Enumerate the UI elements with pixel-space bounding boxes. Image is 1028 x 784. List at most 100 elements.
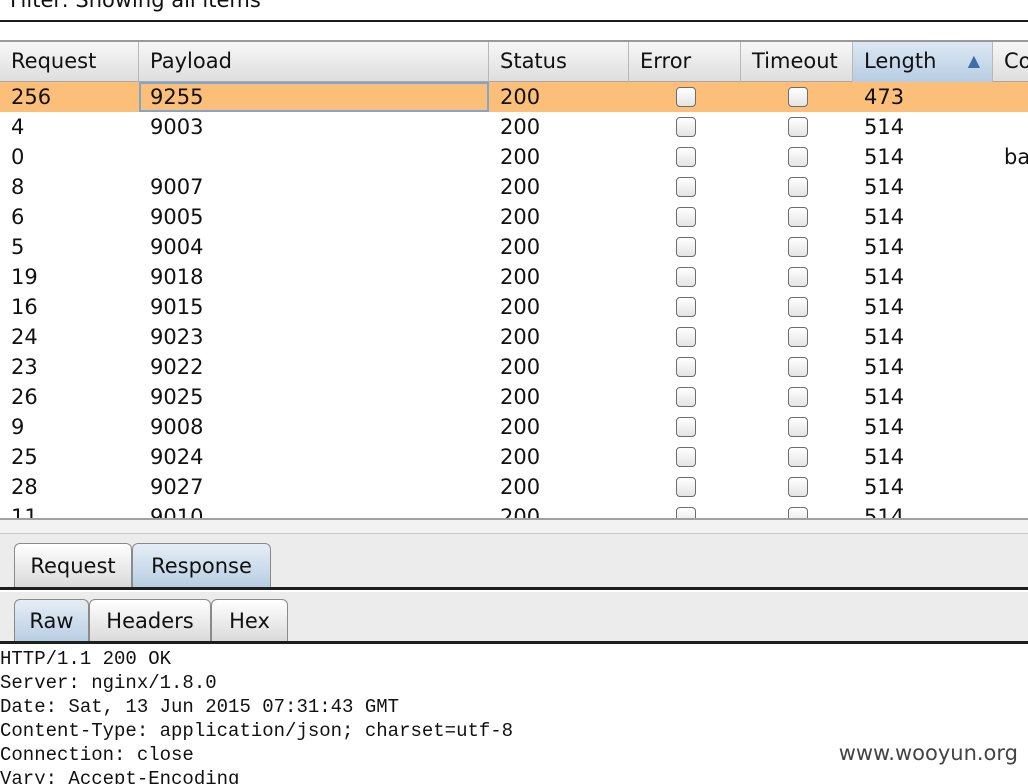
cell-status: 200	[500, 505, 541, 518]
table-row[interactable]: 19 9018 200 514	[0, 262, 1028, 292]
cell-length: 514	[864, 295, 905, 319]
sort-ascending-icon: ▲	[967, 51, 980, 70]
column-header-error[interactable]: Error	[629, 42, 741, 82]
error-checkbox[interactable]	[676, 267, 696, 287]
table-row[interactable]: 24 9023 200 514	[0, 322, 1028, 352]
cell-length: 514	[864, 325, 905, 349]
error-checkbox[interactable]	[676, 207, 696, 227]
cell-request: 6	[11, 205, 25, 229]
timeout-checkbox[interactable]	[788, 507, 808, 518]
cell-error	[629, 262, 741, 292]
column-header-comment[interactable]: Co	[993, 42, 1028, 82]
timeout-checkbox[interactable]	[788, 177, 808, 197]
timeout-checkbox[interactable]	[788, 357, 808, 377]
column-header-request[interactable]: Request	[0, 42, 139, 82]
table-row[interactable]: 6 9005 200 514	[0, 202, 1028, 232]
cell-status: 200	[500, 85, 541, 109]
response-line: HTTP/1.1 200 OK	[0, 648, 172, 670]
table-row[interactable]: 9 9008 200 514	[0, 412, 1028, 442]
cell-payload: 9024	[150, 445, 204, 469]
tab-hex[interactable]: Hex	[211, 599, 288, 641]
cell-payload: 9018	[150, 265, 204, 289]
cell-request: 8	[11, 175, 25, 199]
timeout-checkbox[interactable]	[788, 387, 808, 407]
cell-comment	[993, 82, 1028, 112]
split-pane-divider[interactable]	[0, 518, 1028, 534]
tab-raw[interactable]: Raw	[14, 599, 89, 641]
table-row[interactable]: 23 9022 200 514	[0, 352, 1028, 382]
timeout-checkbox[interactable]	[788, 447, 808, 467]
filter-bar[interactable]: Filter: Showing all items	[0, 0, 1028, 22]
error-checkbox[interactable]	[676, 507, 696, 518]
cell-error	[629, 82, 741, 112]
cell-error	[629, 172, 741, 202]
error-checkbox[interactable]	[676, 147, 696, 167]
table-row[interactable]: 16 9015 200 514	[0, 292, 1028, 322]
column-header-length-label: Length	[864, 49, 937, 73]
table-row[interactable]: 0 200 514 ba	[0, 142, 1028, 172]
timeout-checkbox[interactable]	[788, 207, 808, 227]
cell-timeout	[741, 292, 853, 322]
error-checkbox[interactable]	[676, 357, 696, 377]
cell-timeout	[741, 472, 853, 502]
error-checkbox[interactable]	[676, 477, 696, 497]
cell-timeout	[741, 112, 853, 142]
error-checkbox[interactable]	[676, 237, 696, 257]
error-checkbox[interactable]	[676, 297, 696, 317]
tab-request[interactable]: Request	[14, 543, 132, 587]
error-checkbox[interactable]	[676, 447, 696, 467]
tab-headers[interactable]: Headers	[89, 599, 211, 641]
error-checkbox[interactable]	[676, 177, 696, 197]
cell-status: 200	[500, 265, 541, 289]
error-checkbox[interactable]	[676, 87, 696, 107]
timeout-checkbox[interactable]	[788, 237, 808, 257]
cell-payload: 9004	[150, 235, 204, 259]
timeout-checkbox[interactable]	[788, 327, 808, 347]
timeout-checkbox[interactable]	[788, 87, 808, 107]
table-row[interactable]: 256 9255 200 473	[0, 82, 1028, 112]
table-row[interactable]: 28 9027 200 514	[0, 472, 1028, 502]
cell-length: 514	[864, 205, 905, 229]
cell-timeout	[741, 322, 853, 352]
cell-request: 0	[11, 145, 25, 169]
cell-status: 200	[500, 145, 541, 169]
table-body: 256 9255 200 473 4 9003 200 514 0 200 514 ba 8 9007 20…	[0, 82, 1028, 518]
cell-payload: 9003	[150, 115, 204, 139]
error-checkbox[interactable]	[676, 117, 696, 137]
column-header-status[interactable]: Status	[489, 42, 629, 82]
response-line: Date: Sat, 13 Jun 2015 07:31:43 GMT	[0, 696, 400, 718]
cell-length: 514	[864, 355, 905, 379]
cell-status: 200	[500, 325, 541, 349]
cell-error	[629, 382, 741, 412]
table-row[interactable]: 25 9024 200 514	[0, 442, 1028, 472]
cell-timeout	[741, 352, 853, 382]
column-header-timeout[interactable]: Timeout	[741, 42, 853, 82]
cell-length: 514	[864, 265, 905, 289]
cell-error	[629, 352, 741, 382]
timeout-checkbox[interactable]	[788, 477, 808, 497]
tab-response[interactable]: Response	[132, 543, 271, 587]
cell-comment	[993, 292, 1028, 322]
response-line: Server: nginx/1.8.0	[0, 672, 217, 694]
cell-timeout	[741, 202, 853, 232]
table-row[interactable]: 11 9010 200 514	[0, 502, 1028, 518]
timeout-checkbox[interactable]	[788, 297, 808, 317]
error-checkbox[interactable]	[676, 327, 696, 347]
timeout-checkbox[interactable]	[788, 417, 808, 437]
timeout-checkbox[interactable]	[788, 147, 808, 167]
cell-status: 200	[500, 235, 541, 259]
cell-payload: 9027	[150, 475, 204, 499]
cell-length: 514	[864, 175, 905, 199]
table-row[interactable]: 5 9004 200 514	[0, 232, 1028, 262]
cell-status: 200	[500, 115, 541, 139]
column-header-length[interactable]: Length ▲	[853, 42, 993, 82]
column-header-payload[interactable]: Payload	[139, 42, 489, 82]
timeout-checkbox[interactable]	[788, 267, 808, 287]
error-checkbox[interactable]	[676, 387, 696, 407]
timeout-checkbox[interactable]	[788, 117, 808, 137]
cell-error	[629, 142, 741, 172]
table-row[interactable]: 8 9007 200 514	[0, 172, 1028, 202]
table-row[interactable]: 4 9003 200 514	[0, 112, 1028, 142]
error-checkbox[interactable]	[676, 417, 696, 437]
table-row[interactable]: 26 9025 200 514	[0, 382, 1028, 412]
